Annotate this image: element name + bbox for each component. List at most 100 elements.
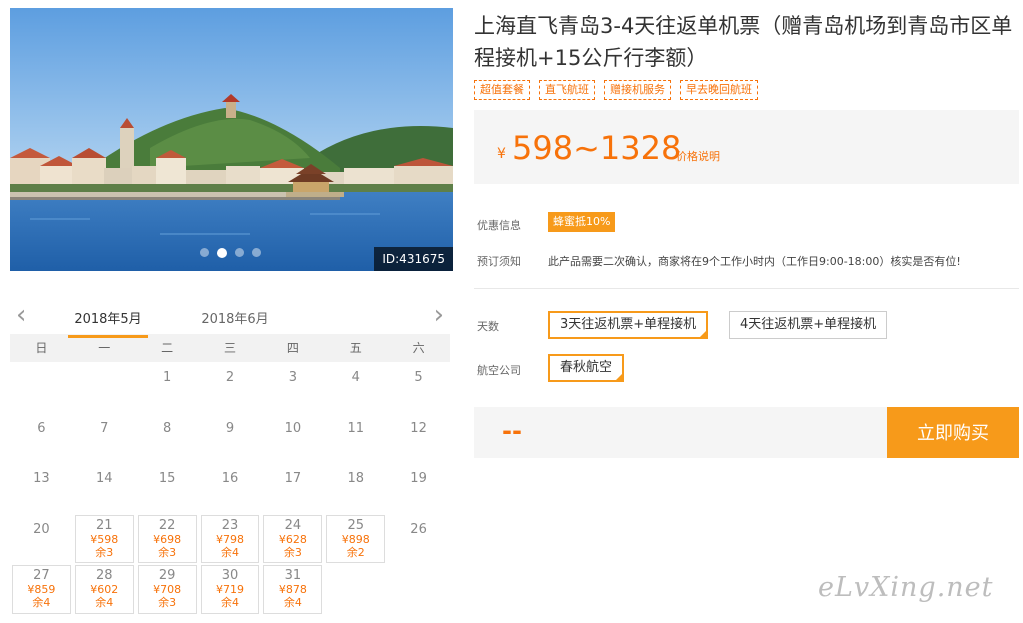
calendar-day: 16: [199, 463, 262, 514]
calendar-day-number: 7: [100, 420, 109, 436]
calendar-day-stock: 余4: [32, 596, 51, 609]
calendar-day-available[interactable]: 22 ¥698 余3: [137, 514, 197, 563]
calendar-day-number: 2: [225, 370, 235, 385]
calendar-day: 1: [136, 362, 199, 413]
calendar-day: 15: [136, 463, 199, 514]
calendar-day-number: 12: [410, 420, 427, 436]
month-tab-june[interactable]: 2018年6月: [195, 308, 275, 327]
weekday-label: 一: [98, 341, 111, 355]
calendar-day-available[interactable]: 28 ¥602 余4: [74, 565, 134, 614]
calendar-day-number: 29: [158, 568, 176, 583]
calendar-day-available[interactable]: 25 ¥898 余2: [326, 514, 386, 563]
calendar-day-stock: 余4: [283, 596, 302, 609]
prev-month-chevron-icon[interactable]: ‹: [16, 302, 26, 328]
calendar-day-number: 14: [96, 471, 113, 486]
calendar-day-available[interactable]: 31 ¥878 余4: [263, 565, 323, 614]
calendar-day: 17: [261, 463, 324, 514]
calendar-day-available[interactable]: 27 ¥859 余4: [12, 565, 71, 614]
watermark: eLvXing.net: [818, 572, 994, 603]
calendar-day-price: ¥859: [27, 583, 56, 596]
calendar-day: 26: [387, 514, 450, 565]
notice-label: 预订须知: [477, 255, 521, 268]
carousel-dot[interactable]: [200, 248, 209, 257]
weekday-label: 三: [224, 341, 237, 355]
calendar-day-price: ¥698: [153, 532, 182, 546]
calendar-day-stock: 余4: [95, 596, 114, 609]
calendar-day-number: 4: [351, 370, 360, 385]
calendar-day-number: 25: [347, 517, 364, 533]
weekday-label: 日: [35, 341, 48, 355]
weekday-label: 六: [412, 341, 425, 355]
calendar-day-number: 27: [33, 568, 50, 583]
calendar-day-price: ¥598: [90, 532, 119, 546]
carousel-dot[interactable]: [252, 248, 261, 257]
carousel-dot[interactable]: [235, 248, 244, 257]
calendar-day: 20: [10, 514, 73, 565]
calendar-day-price: ¥898: [341, 532, 370, 546]
calendar-day-number: 16: [221, 471, 239, 486]
calendar-day: 11: [324, 413, 387, 464]
calendar-day-available[interactable]: 21 ¥598 余3: [74, 514, 134, 563]
calendar-day: 9: [199, 413, 262, 464]
tag-direct-flight: 直飞航班: [539, 80, 595, 100]
carousel-dot[interactable]: [217, 248, 227, 258]
calendar-day-available[interactable]: 30 ¥719 余4: [200, 565, 260, 614]
calendar-day-stock: 余3: [158, 596, 177, 609]
calendar-day-number: 30: [221, 568, 239, 583]
days-label: 天数: [477, 320, 499, 333]
weekday-label: 二: [161, 341, 174, 355]
calendar-day-number: 20: [33, 521, 50, 537]
calendar-day-price: ¥708: [153, 583, 182, 596]
calendar-empty-cell: [73, 362, 136, 413]
calendar-day-number: 5: [414, 370, 423, 385]
calendar-day: 3: [261, 362, 324, 413]
calendar-day: 10: [261, 413, 324, 464]
calendar-day: 14: [73, 463, 136, 514]
photo-id-badge: ID:431675: [374, 247, 453, 271]
next-month-chevron-icon[interactable]: ›: [434, 302, 444, 328]
tag-pickup-service: 赠接机服务: [604, 80, 671, 100]
calendar-day-price: ¥602: [90, 583, 119, 596]
option-spring-airlines[interactable]: 春秋航空: [548, 354, 625, 382]
qingdao-scenery-image: [10, 8, 453, 271]
calendar-day-available[interactable]: 29 ¥708 余3: [137, 565, 197, 614]
calendar-day: 18: [324, 463, 387, 514]
calendar-empty-cell: [387, 564, 450, 615]
calendar-day-number: 9: [225, 420, 235, 436]
calendar-day-number: 26: [410, 521, 427, 537]
calendar-day-stock: 余3: [283, 545, 302, 559]
calendar-day-available[interactable]: 24 ¥628 余3: [263, 514, 323, 563]
calendar-day-number: 1: [162, 370, 172, 385]
section-divider: [474, 288, 1019, 289]
month-tab-may[interactable]: 2018年5月: [68, 308, 148, 338]
price-range: 598~1328: [512, 129, 682, 167]
calendar-day-stock: 余3: [95, 545, 114, 559]
calendar-day-stock: 余2: [346, 545, 365, 559]
calendar-day: 4: [324, 362, 387, 413]
option-4-days[interactable]: 4天往返机票+单程接机: [729, 311, 888, 339]
calendar-day-number: 8: [162, 420, 172, 436]
calendar-day-number: 13: [33, 471, 50, 486]
calendar-day-price: ¥798: [215, 532, 244, 546]
calendar-day: 12: [387, 413, 450, 464]
calendar-day-number: 21: [96, 517, 113, 533]
calendar-empty-cell: [10, 362, 73, 413]
calendar-day-number: 22: [158, 517, 176, 533]
tag-early-late-flight: 早去晚回航班: [680, 80, 758, 100]
calendar-day-number: 28: [96, 568, 113, 583]
price-explanation-link[interactable]: 价格说明: [676, 148, 720, 164]
booking-notice-text: 此产品需要二次确认，商家将在9个工作小时内（工作日9:00-18:00）核实是否…: [548, 255, 961, 268]
calendar-day-number: 23: [221, 517, 239, 533]
buy-now-button[interactable]: 立即购买: [887, 407, 1019, 458]
calendar-day-stock: 余4: [220, 596, 239, 609]
product-photo[interactable]: ID:431675: [10, 8, 453, 271]
price-panel: ¥ 598~1328 价格说明: [474, 110, 1019, 184]
calendar-day-number: 17: [284, 471, 302, 486]
calendar-day-number: 10: [284, 420, 302, 436]
calendar-day-stock: 余3: [158, 545, 177, 559]
option-3-days[interactable]: 3天往返机票+单程接机: [548, 311, 709, 339]
weekday-header: 日 一 二 三 四 五 六: [10, 334, 450, 362]
calendar-day: 13: [10, 463, 73, 514]
calendar-day-available[interactable]: 23 ¥798 余4: [200, 514, 260, 563]
product-title: 上海直飞青岛3-4天往返单机票（赠青岛机场到青岛市区单程接机+15公斤行李额）: [474, 14, 1013, 70]
